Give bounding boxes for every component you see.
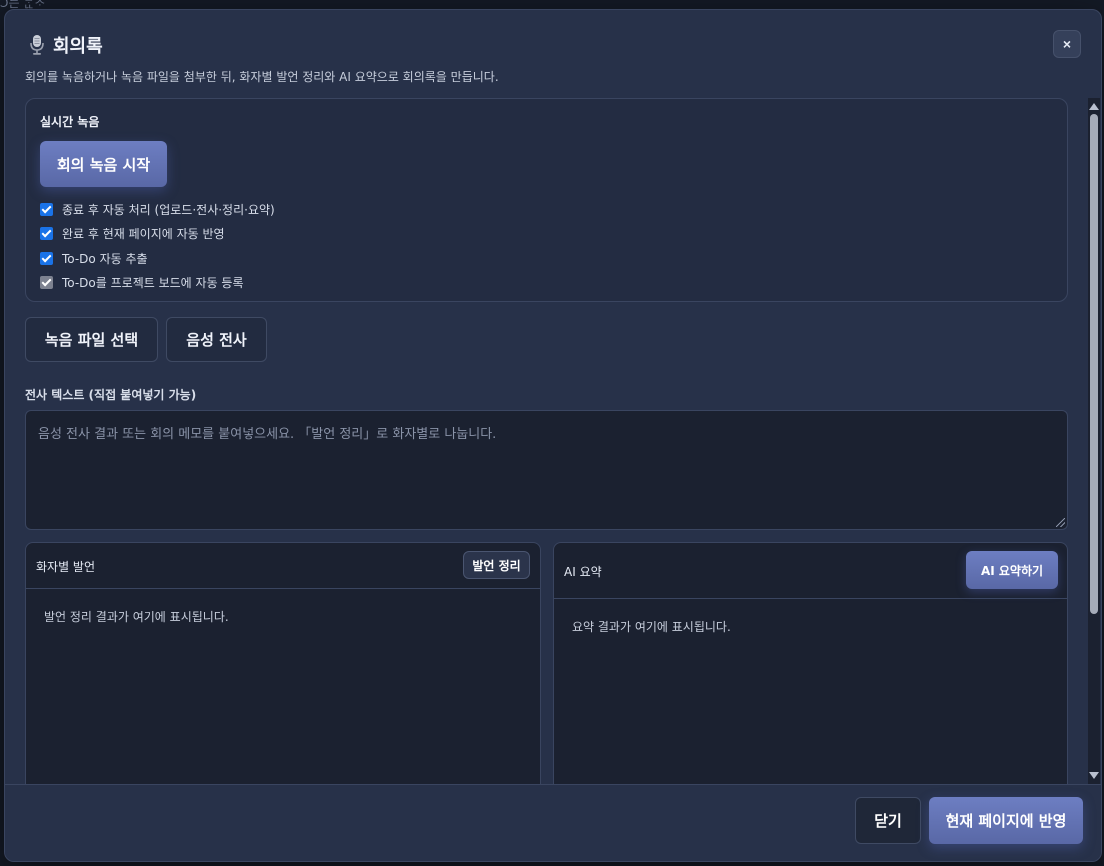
dialog-footer: 닫기 현재 페이지에 반영 [5, 784, 1101, 861]
todo-board-checkbox [40, 276, 53, 290]
summary-panel-header: AI 요약 AI 요약하기 [554, 543, 1067, 599]
summary-panel-title: AI 요약 [564, 565, 602, 579]
summary-panel: AI 요약 AI 요약하기 요약 결과가 여기에 표시됩니다. [553, 542, 1068, 784]
option-todo-board: To-Do를 프로젝트 보드에 자동 등록 [40, 271, 275, 296]
summary-panel-body: 요약 결과가 여기에 표시됩니다. [572, 620, 731, 634]
content-scrollbar[interactable] [1088, 98, 1100, 784]
option-label: 종료 후 자동 처리 (업로드·전사·정리·요약) [62, 202, 275, 217]
title-group: 회의록 [29, 32, 103, 58]
microphone-icon [30, 35, 44, 55]
ai-summarize-button[interactable]: AI 요약하기 [966, 551, 1058, 589]
option-label: 완료 후 현재 페이지에 자동 반영 [62, 227, 225, 242]
dialog-title: 회의록 [53, 36, 103, 57]
dialog-description: 회의를 녹음하거나 녹음 파일을 첨부한 뒤, 화자별 발언 정리와 AI 요약… [25, 70, 499, 84]
organize-speech-button[interactable]: 발언 정리 [463, 551, 530, 579]
option-label: To-Do를 프로젝트 보드에 자동 등록 [62, 276, 244, 291]
scroll-up-icon[interactable] [1089, 103, 1099, 110]
option-auto-process[interactable]: 종료 후 자동 처리 (업로드·전사·정리·요약) [40, 197, 275, 222]
option-label: To-Do 자동 추출 [62, 251, 148, 266]
todo-extract-checkbox[interactable] [40, 251, 53, 265]
speaker-panel: 화자별 발언 발언 정리 발언 정리 결과가 여기에 표시됩니다. [25, 542, 541, 784]
auto-process-checkbox[interactable] [40, 202, 53, 216]
select-audio-file-button[interactable]: 녹음 파일 선택 [25, 317, 158, 362]
resize-handle-icon[interactable] [1056, 518, 1065, 527]
scroll-down-icon[interactable] [1089, 772, 1099, 779]
transcript-textarea[interactable] [25, 410, 1068, 530]
dialog-header: 회의록 × [25, 30, 1081, 60]
transcript-label: 전사 텍스트 (직접 붙여넣기 가능) [25, 388, 197, 402]
speaker-panel-title: 화자별 발언 [36, 560, 96, 574]
option-todo-extract[interactable]: To-Do 자동 추출 [40, 246, 275, 271]
live-recording-card: 실시간 녹음 회의 녹음 시작 종료 후 자동 처리 (업로드·전사·정리·요약… [25, 98, 1068, 302]
close-icon-button[interactable]: × [1053, 30, 1081, 58]
recording-options: 종료 후 자동 처리 (업로드·전사·정리·요약) 완료 후 현재 페이지에 자… [40, 197, 275, 295]
speaker-panel-header: 화자별 발언 발언 정리 [26, 543, 540, 589]
speaker-panel-body: 발언 정리 결과가 여기에 표시됩니다. [44, 610, 229, 624]
close-button[interactable]: 닫기 [855, 797, 921, 844]
scrollbar-thumb[interactable] [1090, 114, 1098, 614]
transcribe-button[interactable]: 음성 전사 [166, 317, 267, 362]
apply-to-page-button[interactable]: 현재 페이지에 반영 [929, 797, 1083, 844]
dialog-content: 실시간 녹음 회의 녹음 시작 종료 후 자동 처리 (업로드·전사·정리·요약… [25, 98, 1068, 784]
start-recording-button[interactable]: 회의 녹음 시작 [40, 141, 167, 187]
option-auto-apply[interactable]: 완료 후 현재 페이지에 자동 반영 [40, 222, 275, 247]
auto-apply-checkbox[interactable] [40, 227, 53, 241]
meeting-notes-dialog: 회의록 × 회의를 녹음하거나 녹음 파일을 첨부한 뒤, 화자별 발언 정리와… [4, 9, 1102, 862]
live-recording-title: 실시간 녹음 [40, 115, 100, 129]
